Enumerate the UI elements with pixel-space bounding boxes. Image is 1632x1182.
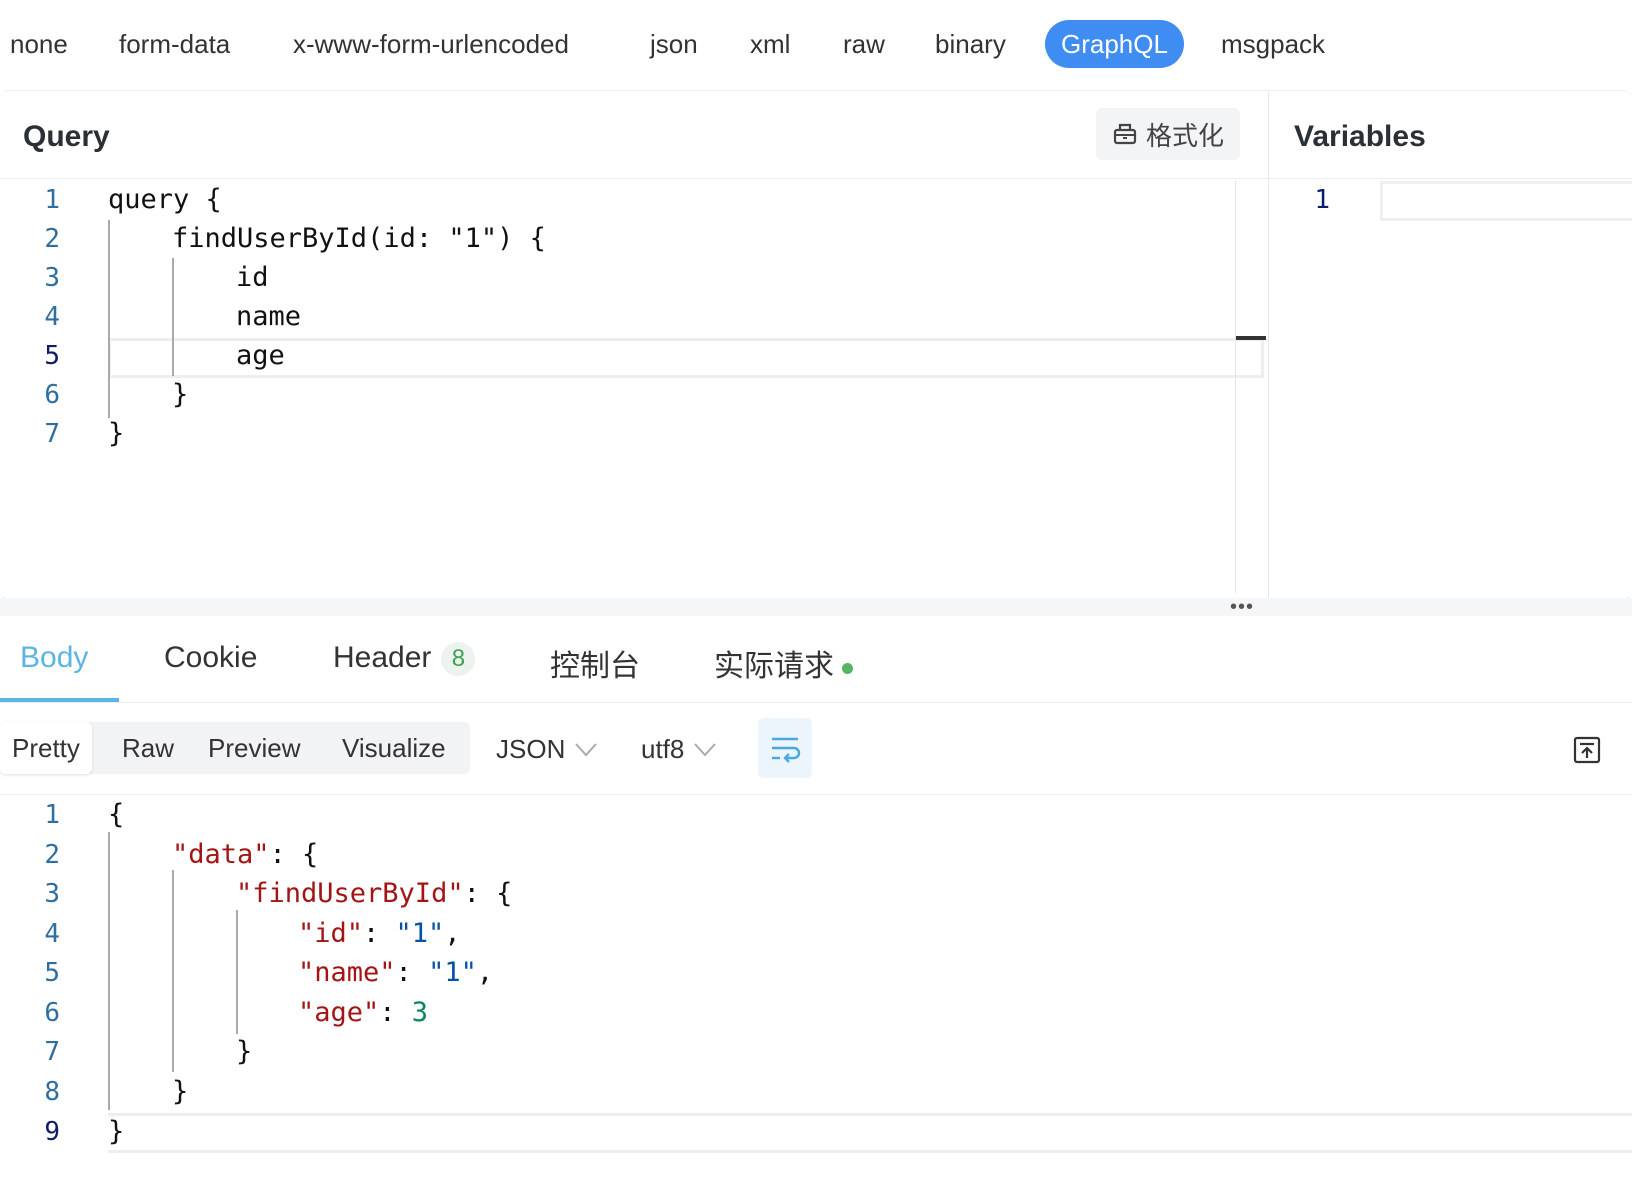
line-number: 1	[44, 185, 60, 215]
line-number: 3	[44, 263, 60, 293]
code-line: findUserById(id: "1") {	[172, 223, 546, 254]
word-wrap-button[interactable]	[758, 718, 812, 778]
code-line: query {	[108, 184, 222, 215]
line-number: 8	[44, 1077, 60, 1107]
tab-cookie[interactable]: Cookie	[164, 641, 257, 675]
json-line: {	[108, 799, 125, 830]
format-select[interactable]: JSON	[496, 734, 598, 765]
view-mode-visualize[interactable]: Visualize	[342, 722, 446, 774]
broom-icon	[1113, 123, 1137, 145]
tab-actual-request-label: 实际请求	[714, 650, 834, 683]
view-mode-pretty[interactable]: Pretty	[0, 722, 92, 774]
query-scroll-thumb[interactable]	[1236, 336, 1266, 340]
code-line: }	[108, 418, 125, 449]
encoding-select[interactable]: utf8	[641, 734, 717, 765]
line-number: 1	[44, 800, 60, 830]
indent-guide	[172, 870, 174, 1072]
line-number: 5	[44, 958, 60, 988]
body-type-none[interactable]: none	[0, 20, 84, 68]
body-type-graphql[interactable]: GraphQL	[1045, 20, 1184, 68]
query-scrollbar[interactable]	[1235, 181, 1236, 593]
format-button[interactable]: 格式化	[1096, 108, 1240, 160]
line-number: 6	[44, 998, 60, 1028]
line-number: 9	[44, 1117, 60, 1147]
code-line: }	[172, 379, 189, 410]
indent-guide	[108, 220, 110, 418]
line-number: 1	[1314, 185, 1330, 215]
view-mode-raw[interactable]: Raw	[122, 722, 174, 774]
line-number: 3	[44, 879, 60, 909]
view-mode-switch: Pretty Raw Preview Visualize	[0, 722, 470, 774]
scroll-to-top-button[interactable]	[1573, 736, 1601, 769]
tab-header[interactable]: Header 8	[333, 641, 476, 677]
variables-title: Variables	[1294, 120, 1426, 153]
resize-splitter[interactable]	[0, 598, 1632, 616]
tab-header-label: Header	[333, 641, 432, 674]
line-number: 5	[44, 341, 60, 371]
chevron-down-icon	[694, 742, 717, 756]
tab-actual-request[interactable]: 实际请求	[714, 641, 853, 685]
body-type-xml[interactable]: xml	[734, 20, 806, 68]
code-line: age	[236, 340, 285, 371]
status-dot	[842, 662, 853, 674]
variables-input[interactable]	[1380, 181, 1632, 221]
divider	[1269, 178, 1632, 179]
body-type-tabs: none form-data x-www-form-urlencoded jso…	[0, 0, 1632, 90]
code-line: id	[236, 262, 269, 293]
more-dots-icon[interactable]: •••	[1230, 597, 1254, 617]
word-wrap-icon	[772, 737, 801, 763]
body-type-json[interactable]: json	[634, 20, 714, 68]
json-line: "id": "1",	[298, 918, 461, 949]
json-line: "findUserById": {	[236, 878, 513, 909]
current-line-highlight	[108, 1113, 1632, 1153]
indent-guide	[108, 832, 110, 1110]
panel-divider[interactable]	[1268, 90, 1269, 598]
body-type-form-data[interactable]: form-data	[103, 20, 246, 68]
header-count-badge: 8	[441, 642, 476, 677]
json-line: }	[236, 1036, 253, 1067]
body-type-raw[interactable]: raw	[827, 20, 901, 68]
body-type-binary[interactable]: binary	[919, 20, 1022, 68]
code-line: name	[236, 301, 302, 332]
collapse-top-icon	[1573, 736, 1601, 764]
body-type-msgpack[interactable]: msgpack	[1205, 20, 1341, 68]
tab-body[interactable]: Body	[20, 641, 88, 675]
encoding-select-value: utf8	[641, 734, 685, 764]
json-line: "age": 3	[298, 997, 429, 1028]
line-number: 7	[44, 1037, 60, 1067]
line-number: 2	[44, 224, 60, 254]
line-number: 2	[44, 840, 60, 870]
body-type-urlencoded[interactable]: x-www-form-urlencoded	[277, 20, 585, 68]
indent-guide	[236, 910, 238, 1034]
json-line: }	[108, 1116, 125, 1147]
line-number: 7	[44, 419, 60, 449]
line-number: 4	[44, 302, 60, 332]
response-tabs: Body Cookie Header 8 控制台 实际请求	[0, 616, 1632, 703]
chevron-down-icon	[575, 742, 598, 756]
view-mode-preview[interactable]: Preview	[208, 722, 300, 774]
tab-console[interactable]: 控制台	[550, 641, 640, 685]
format-select-value: JSON	[496, 734, 566, 764]
response-toolbar: Pretty Raw Preview Visualize JSON utf8	[0, 702, 1632, 795]
line-number: 4	[44, 919, 60, 949]
json-line: }	[172, 1076, 189, 1107]
json-line: "data": {	[172, 839, 319, 870]
format-label: 格式化	[1145, 120, 1224, 151]
line-number: 6	[44, 380, 60, 410]
query-title: Query	[23, 120, 110, 153]
indent-guide	[172, 258, 174, 376]
json-line: "name": "1",	[298, 957, 494, 988]
query-header: Query 格式化	[0, 90, 1268, 179]
